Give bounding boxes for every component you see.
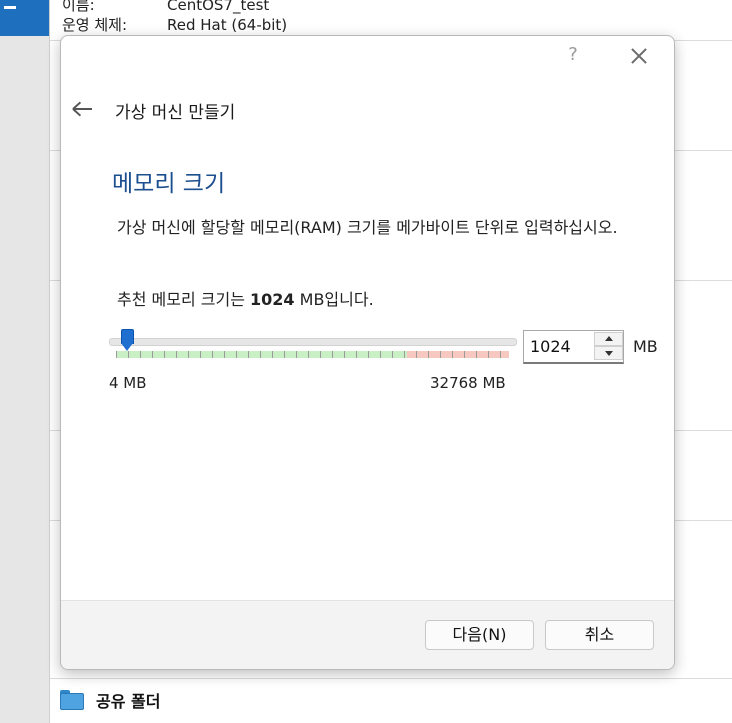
slider-tick [296, 351, 297, 358]
slider-tick [428, 351, 429, 358]
slider-tick [200, 351, 201, 358]
recommend-value: 1024 [250, 290, 295, 309]
memory-unit-label: MB [633, 337, 658, 356]
vm-os-value: Red Hat (64-bit) [167, 16, 288, 34]
dialog-footer: 다음(N) 취소 [61, 600, 674, 669]
create-vm-dialog: ? 가상 머신 만들기 메모리 크기 가상 머신에 할당할 메모리(RAM) 크… [60, 35, 675, 670]
spin-down-icon[interactable] [594, 346, 623, 360]
slider-tick [392, 351, 393, 358]
slider-handle[interactable] [121, 329, 134, 351]
slider-tick [188, 351, 189, 358]
slider-tick [164, 351, 165, 358]
description-text: 가상 머신에 할당할 메모리(RAM) 크기를 메가바이트 단위로 입력하십시오… [117, 218, 618, 237]
slider-tick [308, 351, 309, 358]
slider-groove [109, 338, 517, 346]
slider-tick [140, 351, 141, 358]
slider-tick [224, 351, 225, 358]
selected-vm-item[interactable] [0, 0, 49, 36]
slider-tick [116, 351, 117, 358]
slider-tick [476, 351, 477, 358]
vm-indicator-icon [4, 6, 16, 9]
slider-tick [440, 351, 441, 358]
help-button[interactable]: ? [563, 44, 583, 68]
back-arrow-icon[interactable] [71, 98, 95, 120]
slider-tick [464, 351, 465, 358]
slider-tick [152, 351, 153, 358]
slider-tick [404, 351, 405, 358]
slider-tick [356, 351, 357, 358]
divider [50, 678, 732, 679]
cancel-button[interactable]: 취소 [545, 620, 654, 650]
recommended-memory-text: 추천 메모리 크기는 1024 MB입니다. [117, 286, 374, 310]
slider-tick [260, 351, 261, 358]
vm-name-label: 이름: [62, 0, 95, 14]
wizard-title: 가상 머신 만들기 [115, 103, 236, 123]
slider-tick [416, 351, 417, 358]
slider-tick [284, 351, 285, 358]
slider-tick [452, 351, 453, 358]
slider-tick [380, 351, 381, 358]
slider-max-label: 32768 MB [430, 374, 506, 392]
slider-tick [344, 351, 345, 358]
shared-folders-label: 공유 폴더 [96, 692, 161, 711]
slider-tick [176, 351, 177, 358]
slider-warning-zone [407, 351, 509, 358]
close-icon[interactable] [627, 44, 651, 68]
vm-list-panel [0, 0, 50, 723]
slider-tick [236, 351, 237, 358]
slider-tick [212, 351, 213, 358]
slider-tick [272, 351, 273, 358]
shared-folders-section[interactable]: 공유 폴더 [60, 686, 160, 714]
next-button[interactable]: 다음(N) [425, 620, 534, 650]
vm-name-value: CentOS7_test [167, 0, 270, 14]
slider-min-label: 4 MB [109, 374, 147, 392]
memory-size-input[interactable]: 1024 [530, 337, 571, 356]
slider-tick [248, 351, 249, 358]
vm-name-row: 이름: CentOS7_test [62, 0, 269, 15]
slider-tick [488, 351, 489, 358]
slider-tick [332, 351, 333, 358]
recommend-prefix: 추천 메모리 크기는 [117, 290, 251, 309]
slider-tick [320, 351, 321, 358]
folder-icon [60, 690, 84, 710]
slider-safe-zone [116, 351, 407, 358]
slider-tick [368, 351, 369, 358]
slider-tick [128, 351, 129, 358]
slider-tick [500, 351, 501, 358]
spin-up-icon[interactable] [594, 332, 623, 346]
vm-os-row: 운영 체제: Red Hat (64-bit) [62, 14, 287, 35]
memory-slider[interactable] [109, 329, 517, 364]
memory-size-spinbox[interactable]: 1024 [523, 330, 624, 364]
recommend-suffix: MB입니다. [294, 290, 374, 309]
vm-os-label: 운영 체제: [62, 16, 128, 34]
page-title: 메모리 크기 [112, 171, 226, 197]
